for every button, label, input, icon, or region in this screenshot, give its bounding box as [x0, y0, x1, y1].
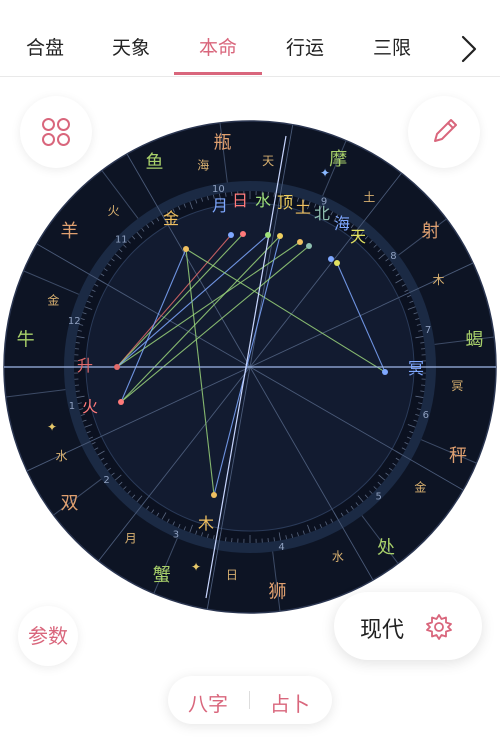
zodiac-sign-label: 摩: [329, 149, 347, 170]
zodiac-sign-label: 蟹: [153, 565, 171, 586]
planet-label[interactable]: 海: [334, 214, 350, 233]
top-tab-bar: 合盘 天象 本命 行运 三限: [0, 0, 500, 77]
planet-dot: [118, 399, 124, 405]
degree-tick: [273, 537, 275, 542]
planet-dot: [211, 492, 217, 498]
planet-dot: [328, 256, 334, 262]
divination-button[interactable]: 占卜: [270, 688, 310, 717]
planet-dot: [334, 260, 340, 266]
house-number: 12: [68, 316, 81, 327]
bottom-actions: 八字 占卜: [168, 676, 332, 724]
chevron-right-icon[interactable]: [456, 34, 482, 64]
ruler-label: 月: [125, 531, 137, 545]
planet-dot: [240, 231, 246, 237]
planet-label[interactable]: 木: [198, 514, 214, 533]
bazi-button[interactable]: 八字: [188, 688, 228, 717]
house-number: 4: [278, 542, 284, 553]
planet-label[interactable]: 土: [295, 198, 311, 217]
house-number: 11: [115, 234, 128, 245]
zodiac-sign-label: 蝎: [465, 329, 483, 350]
house-number: 2: [103, 475, 109, 486]
house-number: 8: [390, 251, 396, 262]
house-number: 10: [212, 184, 225, 195]
zodiac-sign-label: 瓶: [213, 133, 231, 154]
tab-synastry[interactable]: 合盘: [8, 30, 82, 66]
planet-label[interactable]: 水: [255, 191, 271, 210]
ruler-label: 冥: [451, 379, 463, 393]
star-marker: ✦: [320, 166, 330, 180]
zodiac-sign-label: 鱼: [145, 152, 163, 173]
zodiac-sign-label: 双: [61, 493, 79, 514]
planet-dot: [265, 232, 271, 238]
planet-label[interactable]: 升: [77, 356, 93, 375]
planet-label[interactable]: 天: [350, 227, 366, 246]
zodiac-sign-label: 秤: [449, 445, 467, 466]
tab-transit[interactable]: 行运: [268, 30, 342, 66]
zodiac-sign-label: 射: [421, 221, 439, 242]
planet-label[interactable]: 日: [232, 191, 248, 210]
degree-tick: [75, 390, 80, 392]
tab-tertiary[interactable]: 三限: [355, 30, 429, 66]
zodiac-sign-label: 羊: [61, 221, 79, 242]
planet-dot: [114, 364, 120, 370]
planet-label[interactable]: 顶: [277, 193, 293, 212]
planet-dot: [228, 232, 234, 238]
house-number: 1: [69, 401, 75, 412]
planet-dot: [183, 246, 189, 252]
ruler-label: 日: [226, 568, 238, 582]
house-number: 6: [423, 410, 429, 421]
planet-dot: [277, 233, 283, 239]
zodiac-sign-label: 处: [377, 537, 395, 558]
zodiac-sign-label: 狮: [269, 581, 287, 602]
tab-sky[interactable]: 天象: [94, 30, 168, 66]
planet-label[interactable]: 金: [163, 209, 179, 228]
star-marker: ✦: [47, 420, 57, 434]
ruler-label: 金: [414, 479, 426, 494]
planet-dot: [382, 369, 388, 375]
mode-pill[interactable]: 现代: [334, 592, 482, 660]
ruler-label: 海: [197, 157, 209, 172]
planet-dot: [297, 239, 303, 245]
ruler-label: 金: [47, 292, 59, 307]
tab-natal[interactable]: 本命: [181, 30, 255, 66]
planet-label[interactable]: 冥: [408, 359, 424, 378]
house-number: 7: [425, 325, 431, 336]
ruler-label: 水: [55, 449, 67, 463]
ruler-label: 水: [332, 550, 344, 564]
degree-tick: [420, 390, 425, 392]
params-button[interactable]: 参数: [18, 606, 78, 666]
degree-tick: [420, 342, 425, 344]
ruler-label: 火: [108, 204, 120, 218]
star-marker: ✦: [191, 560, 201, 574]
planet-label[interactable]: 北: [314, 204, 330, 223]
planet-dot: [306, 243, 312, 249]
active-tab-indicator: [174, 72, 262, 75]
planet-label[interactable]: 火: [82, 397, 98, 416]
planet-label[interactable]: 月: [212, 196, 228, 215]
gear-icon[interactable]: [424, 612, 454, 642]
ruler-label: 土: [363, 191, 375, 205]
ruler-label: 木: [433, 273, 445, 287]
ruler-label: 天: [262, 154, 274, 168]
zodiac-sign-label: 牛: [17, 329, 35, 350]
house-number: 5: [376, 492, 382, 503]
degree-tick: [75, 342, 80, 344]
degree-tick: [273, 192, 275, 197]
natal-chart-wheel[interactable]: 瓶摩射蝎秤处狮蟹双牛羊鱼 天土木冥金水日月水金火海 123456789101112…: [0, 96, 500, 636]
degree-tick: [225, 537, 227, 542]
divider: [249, 691, 250, 709]
house-number: 3: [173, 529, 179, 540]
mode-label: 现代: [360, 618, 405, 643]
